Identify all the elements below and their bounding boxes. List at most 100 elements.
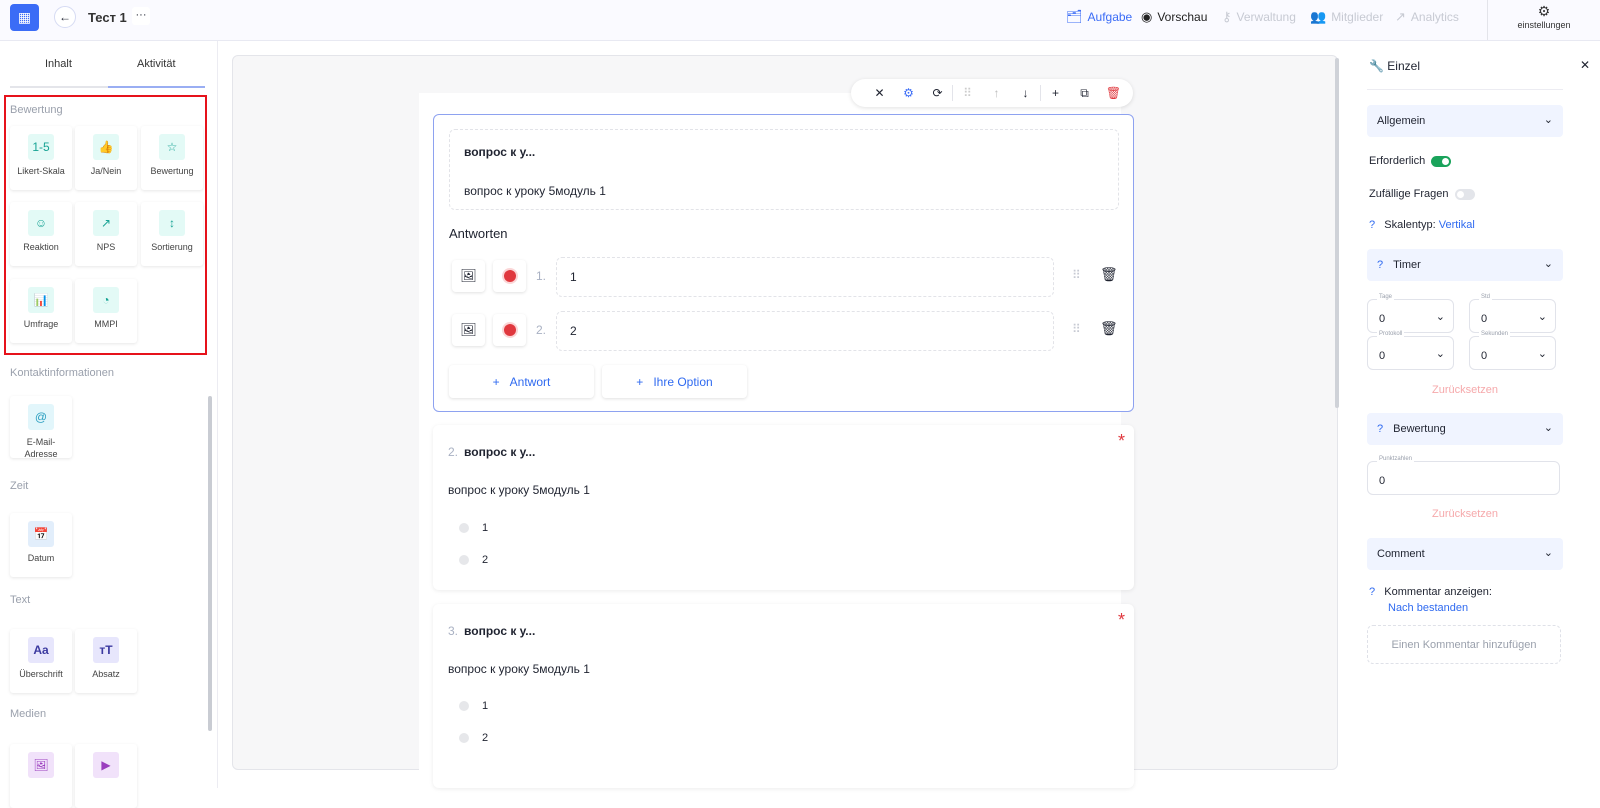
accordion-timer[interactable]: ? Timer ⌄ [1367, 249, 1563, 281]
calendar-icon: 📅 [28, 521, 54, 547]
arrow-up-icon[interactable]: ↑ [982, 86, 1011, 100]
trash-icon[interactable]: 🗑 [1099, 86, 1128, 100]
reset-rating-button[interactable]: Zurücksetzen [1367, 508, 1563, 520]
reset-timer-button[interactable]: Zurücksetzen [1367, 384, 1563, 396]
swap-icon[interactable]: ⟳ [923, 86, 952, 100]
trash-icon[interactable]: 🗑 [1100, 320, 1118, 337]
correct-toggle[interactable] [493, 314, 526, 346]
minutes-select[interactable]: Protokoll 0 ⌄ [1367, 331, 1454, 370]
more-button[interactable]: ··· [132, 7, 150, 25]
tab-aktivitat[interactable]: Aktivität [137, 58, 176, 70]
back-button[interactable]: ← [54, 6, 76, 28]
arrow-down-icon[interactable]: ↓ [1011, 86, 1040, 100]
question-text-box[interactable]: вопрос к у... вопрос к уроку 5модуль 1 [449, 129, 1119, 210]
question-card[interactable]: 2. вопрос к у... * вопрос к уроку 5модуль… [433, 425, 1134, 590]
radio-icon [459, 733, 469, 743]
add-answer-button[interactable]: + Antwort [449, 365, 594, 398]
scale-type-row: ? Skalentyp: Vertikal [1369, 219, 1475, 231]
trash-icon[interactable]: 🗑 [1100, 266, 1118, 283]
nav-verwaltung[interactable]: ⚷ Verwaltung [1222, 9, 1296, 25]
nav-mitglieder[interactable]: 👥 Mitglieder [1310, 9, 1383, 25]
answer-number: 1. [536, 269, 547, 283]
random-toggle[interactable] [1454, 188, 1475, 200]
tile-mmpi[interactable]: ◔ MMPI [75, 279, 137, 343]
chevron-down-icon: ⌄ [1537, 311, 1547, 323]
tile-umfrage[interactable]: 📊 Umfrage [10, 279, 72, 343]
drag-handle-icon[interactable]: ⠿ [1072, 268, 1081, 282]
apps-grid-button[interactable]: ▦ [10, 4, 39, 31]
question-description[interactable]: вопрос к уроку 5модуль 1 [464, 184, 606, 198]
option[interactable]: 1 [459, 522, 488, 534]
tile-absatz[interactable]: тT Absatz [75, 629, 137, 693]
users-icon: 👥 [1310, 9, 1327, 24]
answer-input[interactable]: 2 [556, 311, 1054, 351]
answer-row: 🖼 1. 1 ⠿ 🗑 [452, 257, 1122, 297]
nav-aufgabe[interactable]: 🗂 Aufgabe [1066, 9, 1132, 25]
plus-icon: + [492, 374, 500, 389]
help-icon: ? [1377, 259, 1384, 271]
close-icon[interactable]: ✕ [865, 86, 894, 100]
add-image-button[interactable]: 🖼 [452, 314, 485, 346]
points-input[interactable]: Punktzahlen 0 [1367, 456, 1560, 495]
plus-icon[interactable]: + [1041, 86, 1070, 100]
tab-underline-active [108, 86, 205, 88]
star-icon: ☆ [159, 134, 185, 160]
answer-number: 2. [536, 323, 547, 337]
answer-input[interactable]: 1 [556, 257, 1054, 297]
question-card[interactable]: 3. вопрос к у... * вопрос к уроку 5модуль… [433, 604, 1134, 788]
sidebar-scrollbar[interactable] [208, 396, 212, 731]
tile-reaktion[interactable]: ☺ Reaktion [10, 202, 72, 266]
show-comment-row: ? Kommentar anzeigen: [1369, 586, 1492, 598]
tab-inhalt[interactable]: Inhalt [45, 58, 72, 70]
canvas-scrollbar[interactable] [1335, 58, 1339, 408]
tile-sortierung[interactable]: ↕ Sortierung [141, 202, 203, 266]
wrench-icon: 🔧 [1369, 59, 1384, 73]
accordion-comment[interactable]: Comment ⌄ [1367, 538, 1563, 570]
nav-analytics[interactable]: ↗ Analytics [1395, 9, 1459, 25]
add-option-button[interactable]: + Ihre Option [602, 365, 747, 398]
tile-likert[interactable]: 1-5 Likert-Skala [10, 126, 72, 190]
tile-video[interactable]: ▶ [75, 744, 137, 808]
show-comment-link[interactable]: Nach bestanden [1388, 602, 1468, 614]
duplicate-icon[interactable]: ⧉ [1070, 86, 1099, 101]
correct-toggle[interactable] [493, 260, 526, 292]
chevron-down-icon: ⌄ [1543, 114, 1553, 126]
accordion-allgemein[interactable]: Allgemein ⌄ [1367, 105, 1563, 137]
section-title: Text [10, 594, 31, 606]
required-toggle[interactable] [1431, 155, 1452, 167]
tile-image[interactable]: 🖼 [10, 744, 72, 808]
question-title: 2. вопрос к у... [448, 445, 536, 459]
drag-handle-icon[interactable]: ⠿ [1072, 322, 1081, 336]
days-select[interactable]: Tage 0 ⌄ [1367, 294, 1454, 333]
gear-icon[interactable]: ⚙ [894, 86, 923, 100]
tile-nps[interactable]: ↗ NPS [75, 202, 137, 266]
nav-vorschau[interactable]: ◉ Vorschau [1141, 9, 1207, 25]
required-toggle-row: Erforderlich [1369, 155, 1452, 167]
hours-select[interactable]: Std 0 ⌄ [1469, 294, 1556, 333]
settings-button[interactable]: ⚙ einstellungen [1487, 0, 1600, 40]
tile-label: NPS [96, 242, 116, 252]
tile-label: MMPI [94, 319, 118, 329]
option[interactable]: 2 [459, 554, 488, 566]
seconds-select[interactable]: Sekunden 0 ⌄ [1469, 331, 1556, 370]
tile-datum[interactable]: 📅 Datum [10, 513, 72, 577]
question-card-selected[interactable]: вопрос к у... вопрос к уроку 5модуль 1 A… [433, 114, 1134, 412]
option[interactable]: 1 [459, 700, 488, 712]
tile-email[interactable]: @ E-Mail-Adresse [10, 396, 72, 459]
bar-chart-icon: 📊 [28, 287, 54, 313]
add-image-button[interactable]: 🖼 [452, 260, 485, 292]
accordion-bewertung[interactable]: ? Bewertung ⌄ [1367, 413, 1563, 445]
smile-icon: ☺ [28, 210, 54, 236]
option[interactable]: 2 [459, 732, 488, 744]
drag-icon[interactable]: ⠿ [953, 86, 982, 100]
paragraph-icon: тT [93, 637, 119, 663]
question-title[interactable]: вопрос к у... [464, 145, 535, 159]
comment-input[interactable]: Einen Kommentar hinzufügen [1367, 625, 1561, 664]
close-icon[interactable]: ✕ [1580, 58, 1590, 72]
chevron-down-icon: ⌄ [1543, 258, 1553, 270]
tile-uberschrift[interactable]: Aa Überschrift [10, 629, 72, 693]
tile-label: Absatz [92, 669, 120, 679]
tile-bewertung[interactable]: ☆ Bewertung [141, 126, 203, 190]
scale-type-link[interactable]: Vertikal [1439, 219, 1475, 231]
tile-ja-nein[interactable]: 👍 Ja/Nein [75, 126, 137, 190]
